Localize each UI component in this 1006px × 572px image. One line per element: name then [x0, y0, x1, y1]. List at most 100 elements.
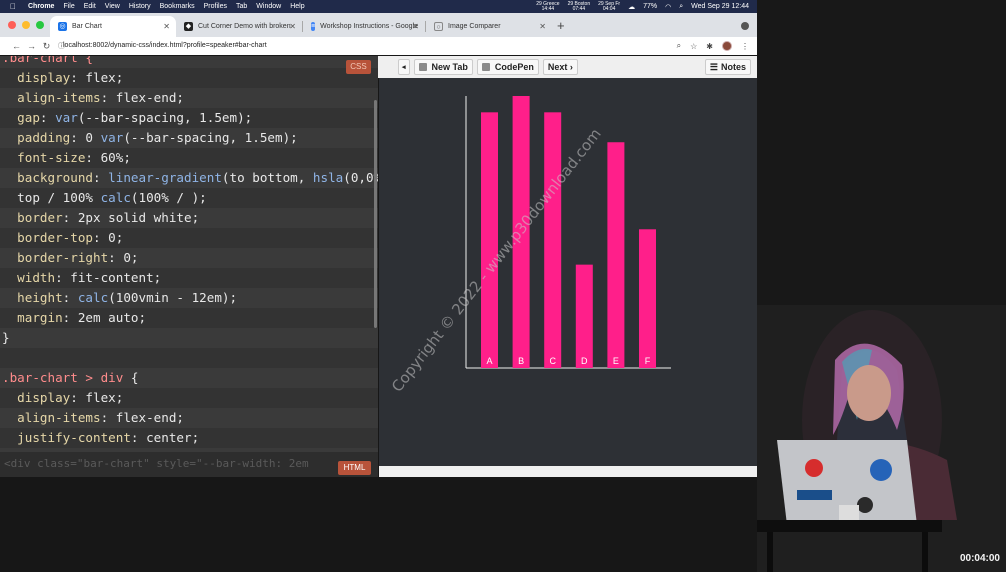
- session-timer: 00:04:00: [959, 553, 1000, 564]
- html-code-line: <div class="bar-chart" style="--bar-widt…: [4, 457, 309, 470]
- menu-profiles[interactable]: Profiles: [204, 3, 227, 10]
- close-tab-icon[interactable]: ✕: [539, 22, 546, 31]
- tab-label: Bar Chart: [72, 23, 102, 30]
- close-tab-icon[interactable]: ✕: [289, 22, 296, 31]
- code-line: top / 100% calc(100% / );: [0, 188, 378, 208]
- screen:  Chrome File Edit View History Bookmark…: [0, 0, 1006, 572]
- tab-strip: ◎ Bar Chart ✕ ◆ Cut Corner Demo with bro…: [0, 13, 757, 37]
- code-line: align-items: flex-end;: [17, 90, 184, 105]
- close-window-button[interactable]: [8, 21, 16, 29]
- menu-app-name[interactable]: Chrome: [28, 3, 54, 10]
- code-line: margin: 2em auto;: [0, 308, 378, 328]
- code-line: justify-content: center;: [0, 428, 378, 448]
- bar-label-c: C: [549, 356, 556, 366]
- preview-toolbar: ◂ New Tab CodePen Next › ☰ Notes: [378, 56, 757, 78]
- menu-tab[interactable]: Tab: [236, 3, 247, 10]
- code-line: border: 2px solid white;: [17, 210, 200, 225]
- tab-image-comparer[interactable]: ○ Image Comparer ✕: [426, 16, 552, 37]
- tab-cut-corner-demo[interactable]: ◆ Cut Corner Demo with broken ✕: [176, 16, 302, 37]
- next-button[interactable]: Next ›: [542, 59, 578, 75]
- bar-e: [607, 142, 625, 368]
- extensions-icon[interactable]: ✱: [706, 42, 713, 51]
- code-line: display: flex;: [0, 68, 378, 88]
- tab-label: Image Comparer: [448, 23, 501, 30]
- bar-chart-preview: A B C D E F Copyright © 2022 - www.p30download…: [379, 78, 757, 466]
- menu-help[interactable]: Help: [290, 3, 304, 10]
- reload-icon[interactable]: ↻: [40, 41, 53, 52]
- bar-f: [639, 229, 656, 368]
- profile-avatar[interactable]: [722, 41, 732, 51]
- tab-workshop-instructions[interactable]: ≡ Workshop Instructions - Google ✕: [303, 16, 425, 37]
- code-line: background: linear-gradient(to bottom, h…: [17, 170, 378, 185]
- close-tab-icon[interactable]: ✕: [412, 22, 419, 31]
- codepen-icon: ◆: [184, 22, 193, 31]
- notes-button[interactable]: ☰ Notes: [704, 59, 751, 75]
- preview-footer: [379, 466, 757, 477]
- bar-label-b: B: [518, 356, 524, 366]
- forward-arrow-icon[interactable]: →: [25, 41, 38, 51]
- new-tab-preview-button[interactable]: New Tab: [413, 59, 473, 75]
- css-badge: CSS: [346, 60, 371, 74]
- codepen-button[interactable]: CodePen: [476, 59, 539, 75]
- code-line: .bar-chart {: [2, 56, 93, 65]
- code-line: width: fit-content;: [0, 268, 378, 288]
- tab-search-button[interactable]: [741, 22, 749, 30]
- datetime[interactable]: Wed Sep 29 12:44: [691, 3, 749, 10]
- code-line: gap: var(--bar-spacing, 1.5em);: [0, 108, 378, 128]
- wifi-icon[interactable]: ◠: [665, 3, 671, 11]
- collapse-button[interactable]: ◂: [398, 59, 410, 75]
- bar-a: [481, 112, 498, 368]
- codepen-icon: [481, 63, 490, 71]
- mac-menubar:  Chrome File Edit View History Bookmark…: [0, 0, 757, 13]
- menu-edit[interactable]: Edit: [84, 3, 96, 10]
- code-line: border-top: 0;: [0, 228, 378, 248]
- close-tab-icon[interactable]: ✕: [163, 22, 170, 31]
- bar-label-f: F: [645, 356, 651, 366]
- tab-bar-chart[interactable]: ◎ Bar Chart ✕: [50, 16, 176, 37]
- minimize-window-button[interactable]: [22, 21, 30, 29]
- css-code-editor[interactable]: .bar-chart { display: flex; align-items:…: [0, 56, 378, 452]
- globe-icon: ○: [434, 22, 443, 31]
- tab-label: Cut Corner Demo with broken: [198, 23, 291, 30]
- world-clock-greece: 29 Greece 14:44: [536, 0, 560, 12]
- back-arrow-icon[interactable]: ←: [10, 41, 23, 51]
- apple-icon[interactable]: : [10, 2, 16, 11]
- code-line: display: flex;: [0, 388, 378, 408]
- html-badge: HTML: [338, 461, 371, 475]
- codepen-label: CodePen: [494, 62, 534, 72]
- bookmark-star-icon[interactable]: ☆: [690, 42, 697, 51]
- menu-file[interactable]: File: [63, 3, 74, 10]
- speaker-video-image: [752, 305, 1006, 572]
- more-menu-icon[interactable]: ⋮: [741, 42, 749, 51]
- menu-window[interactable]: Window: [256, 3, 281, 10]
- world-clock-boston: 29 Boston 07:44: [567, 0, 591, 12]
- address-bar[interactable]: localhost:8002/dynamic-css/index.html?pr…: [63, 37, 267, 55]
- cloud-icon[interactable]: ☁: [628, 3, 635, 11]
- bar-label-d: D: [581, 356, 588, 366]
- google-docs-icon: ≡: [311, 22, 316, 31]
- code-line: .bar-chart > div {: [2, 370, 139, 385]
- speaker-camera-feed: 00:04:00: [752, 0, 1006, 572]
- code-line: align-items: flex-end;: [17, 410, 184, 425]
- notes-label: Notes: [720, 62, 746, 72]
- browser-toolbar: ← → ↻ ⓘ localhost:8002/dynamic-css/index…: [0, 37, 757, 55]
- search-icon[interactable]: ⌕: [679, 3, 683, 11]
- menu-history[interactable]: History: [129, 3, 151, 10]
- code-line: padding: 0 var(--bar-spacing, 1.5em);: [17, 130, 298, 145]
- battery-percent[interactable]: 77%: [643, 3, 657, 10]
- menu-view[interactable]: View: [105, 3, 120, 10]
- code-line: [0, 348, 378, 368]
- menu-bookmarks[interactable]: Bookmarks: [160, 3, 195, 10]
- bar-c: [544, 112, 562, 368]
- code-line: border-right: 0;: [17, 250, 139, 265]
- zoom-icon[interactable]: ⌕: [677, 41, 681, 51]
- code-line: font-size: 60%;: [0, 148, 378, 168]
- bar-d: [575, 264, 593, 368]
- world-clock-third: 29 Sep Fr 04:04: [598, 0, 621, 12]
- editor-scrollbar[interactable]: [374, 100, 377, 328]
- html-code-editor[interactable]: <div class="bar-chart" style="--bar-widt…: [0, 452, 378, 477]
- globe-icon: ◎: [58, 22, 67, 31]
- zoom-window-button[interactable]: [36, 21, 44, 29]
- bar-label-a: A: [486, 356, 492, 366]
- new-tab-button[interactable]: +: [557, 18, 565, 33]
